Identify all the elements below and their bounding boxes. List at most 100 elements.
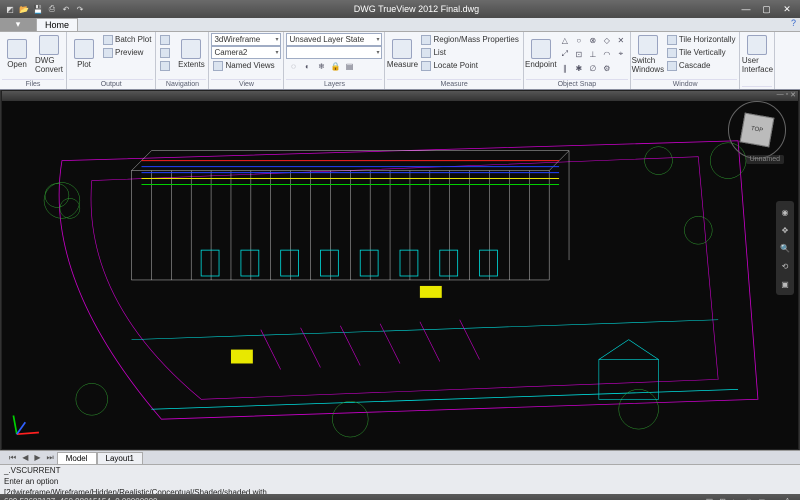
status-snap-icon[interactable]: ⊞ (716, 497, 729, 500)
layer-dropdown[interactable]: ▾ (286, 46, 382, 59)
coordinate-readout[interactable]: 609.53683137, 460.98015154, 0.00000000 (4, 497, 157, 500)
status-grid-icon[interactable]: ▦ (703, 497, 717, 500)
doc-restore-button[interactable]: ▫ (786, 91, 788, 101)
user-interface-button[interactable]: User Interface (742, 33, 772, 75)
cascade-button[interactable]: Cascade (665, 59, 738, 72)
view-cube-face[interactable]: TOP (740, 113, 775, 148)
tile-vertical-button[interactable]: Tile Vertically (665, 46, 738, 59)
measure-icon (392, 39, 412, 59)
status-osnap-icon[interactable]: ◻ (755, 497, 768, 500)
preview-button[interactable]: Preview (101, 46, 153, 59)
command-window[interactable]: _.VSCURRENT Enter an option [2dwireframe… (0, 464, 800, 494)
nav-pan-icon[interactable]: ✥ (778, 223, 792, 237)
viewcube-view-name[interactable]: Unnamed (746, 155, 784, 164)
plot-label: Plot (77, 60, 91, 69)
extents-button[interactable]: Extents (176, 33, 206, 75)
dwg-convert-button[interactable]: DWG Convert (34, 33, 64, 75)
osnap-node-icon[interactable]: ⊗ (586, 33, 600, 47)
plot-button[interactable]: Plot (69, 33, 99, 75)
open-button[interactable]: Open (2, 33, 32, 75)
tile-horizontal-button[interactable]: Tile Horizontally (665, 33, 738, 46)
osnap-settings-icon[interactable]: ⚙ (600, 61, 614, 75)
pan-button[interactable] (158, 33, 174, 46)
app-title: DWG TrueView 2012 Final.dwg (96, 4, 737, 14)
drawing-viewport[interactable]: — ▫ ✕ (1, 90, 799, 450)
panel-caption: Window (633, 79, 738, 89)
osnap-nearest-icon[interactable]: ⌖ (614, 47, 628, 61)
status-ortho-icon[interactable]: ∟ (729, 497, 743, 500)
open-icon (7, 39, 27, 59)
osnap-perp-icon[interactable]: ⊥ (586, 47, 600, 61)
osnap-none-icon[interactable]: ∅ (586, 61, 600, 75)
named-views-button[interactable]: Named Views (211, 59, 281, 72)
osnap-tangent-icon[interactable]: ◠ (600, 47, 614, 61)
status-polar-icon[interactable]: ✴ (743, 497, 756, 500)
doc-close-button[interactable]: ✕ (790, 91, 796, 101)
nav-orbit-icon[interactable]: ⟲ (778, 259, 792, 273)
ucs-icon[interactable] (10, 407, 44, 441)
osnap-center-icon[interactable]: ○ (572, 33, 586, 47)
tab-nav-last[interactable]: ⏭ (44, 453, 57, 463)
tab-nav-first[interactable]: ⏮ (6, 453, 19, 463)
status-model-icon[interactable]: ▭ (768, 497, 782, 500)
orbit-button[interactable] (158, 46, 174, 59)
qat-new-icon[interactable]: ◩ (4, 3, 16, 15)
status-annotation-icon[interactable]: Aₐ (782, 497, 796, 500)
pan-icon (160, 35, 170, 45)
measure-button[interactable]: Measure (387, 33, 417, 75)
region-mass-button[interactable]: Region/Mass Properties (419, 33, 520, 46)
osnap-intersection-icon[interactable]: ✕ (614, 33, 628, 47)
maximize-button[interactable]: ▢ (757, 4, 775, 15)
tab-nav-prev[interactable]: ◀ (19, 453, 31, 462)
layer-state-dropdown[interactable]: Unsaved Layer State▾ (286, 33, 382, 46)
osnap-mid-icon[interactable]: △ (558, 33, 572, 47)
qat-plot-icon[interactable]: ⎙ (46, 3, 58, 15)
switch-windows-button[interactable]: Switch Windows (633, 33, 663, 75)
dwg-convert-icon (39, 35, 59, 55)
qat-open-icon[interactable]: 📂 (18, 3, 30, 15)
tab-home[interactable]: Home (36, 18, 78, 31)
application-menu-button[interactable]: ▾ (0, 18, 36, 31)
command-history: _.VSCURRENT Enter an option [2dwireframe… (4, 466, 267, 494)
layer-off-icon[interactable]: ◌ (286, 59, 300, 73)
qat-save-icon[interactable]: 💾 (32, 3, 44, 15)
cascade-label: Cascade (679, 61, 711, 70)
layer-props-icon[interactable]: ▤ (342, 59, 356, 73)
tab-model[interactable]: Model (57, 452, 97, 464)
list-button[interactable]: List (419, 46, 520, 59)
osnap-parallel-icon[interactable]: ∥ (558, 61, 572, 75)
layer-freeze-icon[interactable]: ❄ (314, 59, 328, 73)
plot-icon (74, 39, 94, 59)
doc-minimize-button[interactable]: — (777, 91, 784, 101)
zoom-button[interactable] (158, 59, 174, 72)
qat-undo-icon[interactable]: ↶ (60, 3, 72, 15)
layer-lock-icon[interactable]: 🔒 (328, 59, 342, 73)
visual-style-dropdown[interactable]: 3dWireframe▾ (211, 33, 281, 46)
close-button[interactable]: ✕ (778, 4, 796, 15)
tab-nav-next[interactable]: ▶ (31, 453, 43, 462)
batch-plot-button[interactable]: Batch Plot (101, 33, 153, 46)
nav-showmotion-icon[interactable]: ▣ (778, 277, 792, 291)
ribbon: Open DWG Convert Files Plot Batch Plot P… (0, 32, 800, 90)
named-view-dropdown[interactable]: Camera2▾ (211, 46, 281, 59)
osnap-row-1: △ ○ ⊗ ◇ ✕ (558, 33, 628, 47)
minimize-button[interactable]: — (737, 4, 755, 14)
view-cube[interactable]: TOP (734, 107, 780, 153)
chevron-down-icon: ▾ (275, 49, 278, 56)
endpoint-button[interactable]: Endpoint (526, 33, 556, 75)
status-bar: 609.53683137, 460.98015154, 0.00000000 ▦… (0, 494, 800, 500)
layer-isolate-icon[interactable]: ◐ (300, 59, 314, 73)
osnap-quadrant-icon[interactable]: ◇ (600, 33, 614, 47)
osnap-insertion-icon[interactable]: ⊡ (572, 47, 586, 61)
layer-tools: ◌ ◐ ❄ 🔒 ▤ (286, 59, 382, 73)
locate-icon (421, 61, 431, 71)
drawing-canvas[interactable] (2, 101, 798, 449)
locate-point-button[interactable]: Locate Point (419, 59, 520, 72)
osnap-extension-icon[interactable]: ⤢ (558, 47, 572, 61)
tab-layout1[interactable]: Layout1 (97, 452, 143, 464)
nav-zoom-icon[interactable]: 🔍 (778, 241, 792, 255)
osnap-appint-icon[interactable]: ✱ (572, 61, 586, 75)
nav-wheel-icon[interactable]: ◉ (778, 205, 792, 219)
help-icon[interactable]: ? (787, 18, 800, 31)
qat-redo-icon[interactable]: ↷ (74, 3, 86, 15)
